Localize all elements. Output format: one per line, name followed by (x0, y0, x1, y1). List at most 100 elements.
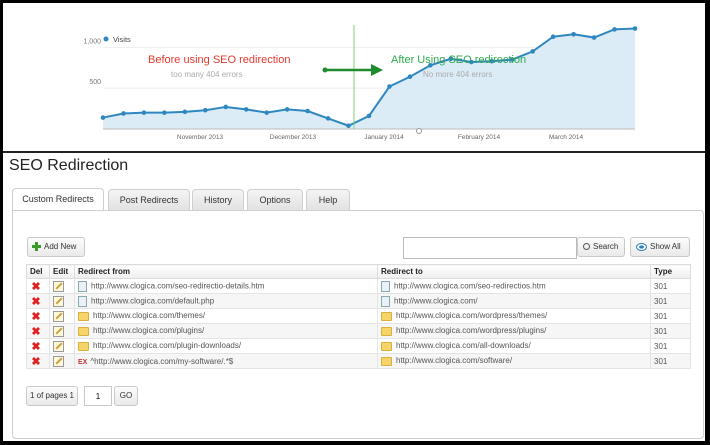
data-point (407, 74, 413, 80)
data-point (162, 110, 167, 115)
regex-icon: EX (78, 358, 88, 366)
redirect-from-url: ^http://www.clogica.com/my-software/.*$ (90, 356, 234, 366)
data-point (182, 109, 188, 115)
type-cell: 301 (650, 338, 691, 354)
redirect-from-cell: http://www.clogica.com/default.php (74, 293, 378, 309)
show-all-label: Show All (650, 242, 681, 251)
redirect-from-cell: http://www.clogica.com/plugin-downloads/ (74, 338, 378, 354)
annotation-after-sub: No more 404 errors (423, 70, 492, 79)
legend-label: Visits (113, 35, 131, 44)
redirect-to-url: http://www.clogica.com/software/ (396, 356, 513, 366)
divider (3, 151, 705, 153)
delete-icon[interactable]: ✖ (30, 355, 42, 368)
edit-cell[interactable] (49, 353, 75, 369)
annotation-before-sub: too many 404 errors (171, 70, 243, 79)
data-point (264, 110, 269, 115)
col-edit: Edit (49, 264, 75, 279)
delete-icon[interactable]: ✖ (30, 280, 42, 293)
type-cell: 301 (650, 278, 691, 294)
folder-icon (78, 326, 89, 336)
redirect-from-cell: http://www.clogica.com/seo-redirectio-de… (74, 278, 378, 294)
scroll-handle (416, 128, 422, 134)
redirect-to-cell: http://www.clogica.com/software/ (377, 353, 651, 369)
edit-icon[interactable] (53, 280, 64, 292)
delete-icon[interactable]: ✖ (30, 295, 42, 308)
edit-cell[interactable] (49, 323, 75, 339)
table-row: ✖ http://www.clogica.com/plugins/http://w… (26, 323, 691, 339)
table-row: ✖ http://www.clogica.com/plugin-downloads… (26, 338, 691, 354)
x-tick-label: November 2013 (177, 134, 224, 141)
data-point (550, 34, 556, 40)
add-new-button[interactable]: Add New (27, 237, 85, 257)
data-point (305, 108, 310, 114)
tab-history[interactable]: History (192, 189, 244, 210)
folder-icon (381, 341, 392, 351)
table-row: ✖ http://www.clogica.com/themes/http://ww… (26, 308, 691, 324)
tab-options[interactable]: Options (247, 189, 303, 210)
col-del: Del (26, 264, 50, 279)
search-icon (583, 243, 590, 251)
edit-icon[interactable] (53, 295, 64, 307)
data-point (223, 104, 229, 110)
delete-cell[interactable]: ✖ (26, 323, 50, 339)
annotation-after: After Using SEO redirection (391, 54, 526, 66)
search-button[interactable]: Search (577, 237, 625, 257)
tab-custom-redirects[interactable]: Custom Redirects (12, 188, 104, 211)
edit-icon[interactable] (53, 355, 64, 367)
redirect-from-cell: http://www.clogica.com/plugins/ (74, 323, 378, 339)
type-cell: 301 (650, 323, 691, 339)
delete-cell[interactable]: ✖ (26, 308, 50, 324)
page-icon (381, 295, 390, 307)
search-input[interactable] (403, 237, 577, 259)
redirect-from-url: http://www.clogica.com/themes/ (93, 311, 206, 321)
redirect-to-url: http://www.clogica.com/wordpress/themes/ (396, 311, 548, 321)
edit-cell[interactable] (49, 338, 75, 354)
go-button[interactable]: GO (114, 386, 138, 406)
legend-dot (103, 36, 109, 42)
data-point (612, 27, 617, 32)
delete-icon[interactable]: ✖ (30, 340, 42, 353)
redirect-from-cell: http://www.clogica.com/themes/ (74, 308, 378, 324)
search-label: Search (593, 242, 619, 251)
redirect-to-url: http://www.clogica.com/ (394, 296, 478, 306)
edit-cell[interactable] (49, 293, 75, 309)
type-cell: 301 (650, 353, 691, 369)
x-tick-label: February 2014 (458, 134, 501, 141)
data-point (366, 113, 372, 119)
delete-cell[interactable]: ✖ (26, 293, 50, 309)
redirect-to-url: http://www.clogica.com/seo-redirectios.h… (394, 281, 546, 291)
delete-icon[interactable]: ✖ (30, 310, 42, 323)
data-point (571, 31, 576, 37)
data-point (284, 107, 290, 112)
redirect-to-cell: http://www.clogica.com/ (377, 293, 651, 309)
tab-post-redirects[interactable]: Post Redirects (108, 189, 190, 210)
eye-icon (636, 242, 647, 251)
page-number-input[interactable] (84, 386, 112, 406)
edit-icon[interactable] (53, 340, 64, 352)
folder-icon (381, 326, 392, 336)
edit-icon[interactable] (53, 325, 64, 337)
col-type: Type (650, 264, 691, 279)
delete-cell[interactable]: ✖ (26, 338, 50, 354)
delete-icon[interactable]: ✖ (30, 325, 42, 338)
table-row: ✖ http://www.clogica.com/default.php http:… (26, 293, 691, 309)
tab-help[interactable]: Help (306, 189, 350, 210)
y-tick-label: 500 (89, 79, 101, 86)
redirect-from-url: http://www.clogica.com/plugins/ (93, 326, 205, 336)
redirect-to-cell: http://www.clogica.com/all-downloads/ (377, 338, 651, 354)
delete-cell[interactable]: ✖ (26, 353, 50, 369)
data-point (346, 123, 351, 129)
redirects-table: Del Edit Redirect from Redirect to Type … (26, 264, 691, 369)
table-header-row: Del Edit Redirect from Redirect to Type (26, 264, 691, 279)
data-point (100, 115, 106, 120)
annotation-before: Before using SEO redirection (148, 54, 290, 66)
edit-cell[interactable] (49, 278, 75, 294)
edit-icon[interactable] (53, 310, 64, 322)
delete-cell[interactable]: ✖ (26, 278, 50, 294)
edit-cell[interactable] (49, 308, 75, 324)
redirect-from-url: http://www.clogica.com/plugin-downloads/ (93, 341, 242, 351)
visits-chart-svg: 1,000 500 November 2013 December 2013 Januar… (83, 21, 638, 141)
table-row: ✖ http://www.clogica.com/seo-redirectio-d… (26, 278, 691, 294)
show-all-button[interactable]: Show All (630, 237, 690, 257)
page-title: SEO Redirection (9, 157, 129, 174)
